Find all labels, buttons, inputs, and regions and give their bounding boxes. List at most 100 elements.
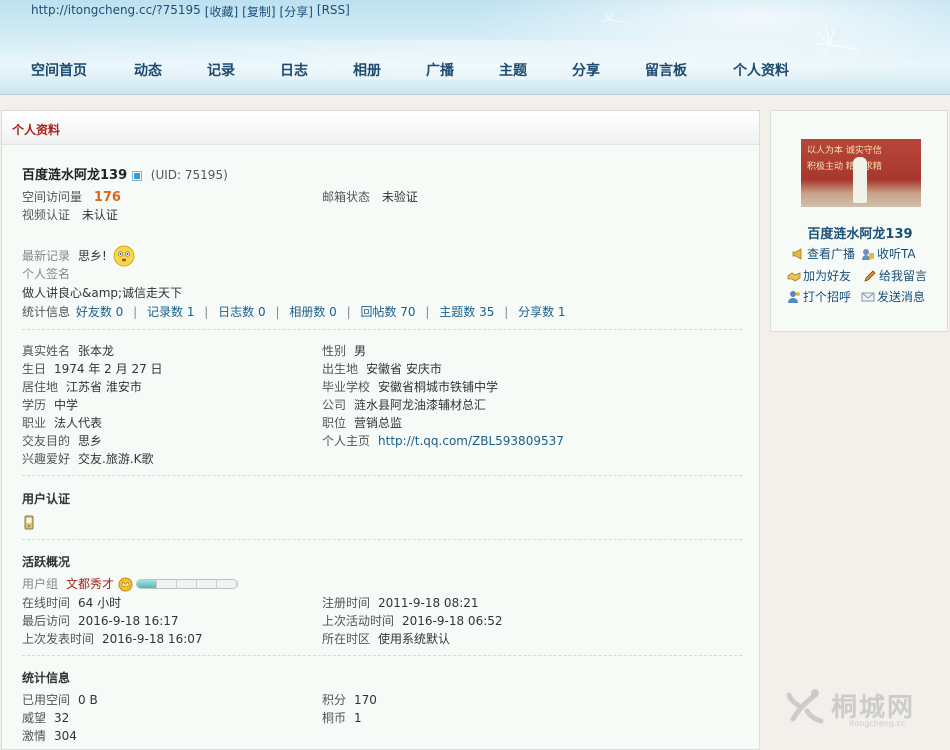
homepage-link[interactable]: http://t.qq.com/ZBL593809537: [378, 434, 564, 448]
listen-user-icon: [862, 248, 874, 260]
activity-timezone: 所在时区 使用系统默认: [322, 631, 450, 647]
nav-guestbook[interactable]: 留言板: [645, 60, 687, 80]
detail-label: 职业: [22, 416, 47, 430]
nav-broadcast[interactable]: 广播: [426, 60, 454, 80]
detail-position: 职位 营销总监: [322, 415, 402, 431]
section-divider: [22, 655, 742, 656]
stats-title: 统计信息: [22, 671, 71, 685]
view-broadcast-button[interactable]: 查看广播: [791, 245, 855, 262]
follow-button[interactable]: 收听TA: [861, 245, 916, 262]
greet-label: 打个招呼: [803, 290, 852, 304]
greet-button[interactable]: 打个招呼: [787, 288, 851, 305]
shares-count-link[interactable]: 分享数 1: [518, 305, 565, 319]
email-status-value: 未验证: [381, 190, 418, 204]
activity-value: 2011-9-18 08:21: [378, 596, 479, 610]
detail-value: 中学: [54, 398, 79, 412]
detail-label: 兴趣爱好: [22, 452, 71, 466]
nav-space-home[interactable]: 空间首页: [31, 60, 87, 80]
detail-realname: 真实姓名 张本龙: [22, 343, 114, 359]
profile-name: 百度涟水阿龙139: [22, 168, 128, 183]
leave-message-button[interactable]: 给我留言: [863, 267, 927, 284]
main-nav: 空间首页 动态 记录 日志 相册 广播 主题 分享 留言板 个人资料: [0, 60, 950, 80]
pencil-icon: [864, 269, 876, 282]
detail-value: 交友.旅游.K歌: [78, 452, 154, 466]
nav-topics[interactable]: 主题: [499, 60, 527, 80]
divider: |: [275, 305, 280, 319]
space-url-link[interactable]: http://itongcheng.cc/?75195: [31, 3, 201, 20]
watermark-subtext: itongcheng.cc: [849, 719, 906, 728]
replies-count-link[interactable]: 回帖数 70: [360, 305, 415, 319]
add-friend-label: 加为好友: [803, 269, 852, 283]
favorite-link[interactable]: [收藏]: [205, 3, 238, 20]
stats-value: 32: [54, 711, 70, 725]
dandelion-seed-icon-small: [601, 10, 631, 24]
photo-banner-line1: 以人为本 诚实守信: [807, 146, 882, 156]
emoticon-icon: [113, 245, 135, 267]
signature-value: 做人讲良心&amp;诚信走天下: [22, 286, 183, 300]
topics-count-link[interactable]: 主题数 35: [439, 305, 494, 319]
copy-link[interactable]: [复制]: [242, 3, 275, 20]
latest-record-row: 最新记录 思乡!: [22, 245, 135, 267]
nav-feed[interactable]: 动态: [134, 60, 162, 80]
divider: |: [346, 305, 351, 319]
sidebar-username[interactable]: 百度涟水阿龙139: [771, 223, 949, 242]
add-friend-button[interactable]: 加为好友: [787, 267, 851, 284]
megaphone-icon: [792, 247, 802, 260]
view-broadcast-label: 查看广播: [807, 247, 856, 261]
avatar[interactable]: 以人为本 诚实守信 积极主动 精益求精: [801, 139, 921, 207]
activity-label: 在线时间: [22, 596, 71, 610]
stats-label: 已用空间: [22, 693, 71, 707]
detail-label: 公司: [322, 398, 347, 412]
detail-value: 男: [354, 344, 367, 358]
profile-name-row: 百度涟水阿龙139 (UID: 75195): [22, 167, 228, 184]
activity-label: 所在时区: [322, 632, 371, 646]
leave-message-label: 给我留言: [879, 269, 928, 283]
activity-label: 注册时间: [322, 596, 371, 610]
photo-banner-line2: 积极主动 精益求精: [807, 162, 882, 172]
send-message-button[interactable]: 发送消息: [861, 288, 925, 305]
activity-register-time: 注册时间 2011-9-18 08:21: [322, 595, 479, 611]
watermark-figure-icon: [786, 689, 824, 724]
detail-hobbies: 兴趣爱好 交友.旅游.K歌: [22, 451, 154, 467]
user-group-value[interactable]: 文都秀才: [66, 576, 114, 592]
share-link[interactable]: [分享]: [280, 3, 313, 20]
nav-profile[interactable]: 个人资料: [733, 60, 789, 80]
stats-value: 1: [354, 711, 362, 725]
divider: |: [504, 305, 509, 319]
activity-last-post: 上次发表时间 2016-9-18 16:07: [22, 631, 203, 647]
site-watermark-logo: 桐城网 itongcheng.cc: [785, 683, 945, 733]
nav-records[interactable]: 记录: [207, 60, 235, 80]
activity-value: 使用系统默认: [378, 632, 451, 646]
detail-value: 法人代表: [54, 416, 103, 430]
signature-label-row: 个人签名: [22, 266, 70, 282]
albums-count-link[interactable]: 相册数 0: [289, 305, 336, 319]
rss-link[interactable]: [RSS]: [317, 3, 350, 20]
send-message-label: 发送消息: [877, 290, 926, 304]
nav-album[interactable]: 相册: [353, 60, 381, 80]
signature-label: 个人签名: [22, 267, 71, 281]
latest-record-value[interactable]: 思乡!: [78, 248, 107, 264]
activity-title: 活跃概况: [22, 555, 71, 569]
detail-residence: 居住地 江苏省 淮安市: [22, 379, 142, 395]
activity-label: 最后访问: [22, 614, 71, 628]
stats-label: 积分: [322, 693, 347, 707]
detail-value: 思乡: [78, 434, 103, 448]
photo-person: [853, 157, 867, 203]
stats-label: 激情: [22, 729, 47, 743]
friends-count-link[interactable]: 好友数 0: [76, 305, 123, 319]
stats-value: 0 B: [78, 693, 98, 707]
video-auth-value: 未认证: [81, 208, 118, 222]
user-group-row: 用户组 文都秀才: [22, 576, 239, 592]
stats-summary-label: 统计信息: [22, 305, 71, 319]
profile-uid: (UID: 75195): [150, 168, 228, 182]
page-header: http://itongcheng.cc/?75195 [收藏] [复制] [分…: [0, 0, 950, 95]
records-count-link[interactable]: 记录数 1: [147, 305, 194, 319]
nav-share[interactable]: 分享: [572, 60, 600, 80]
detail-value: 营销总监: [354, 416, 403, 430]
detail-school: 毕业学校 安徽省桐城市铁铺中学: [322, 379, 498, 395]
blogs-count-link[interactable]: 日志数 0: [218, 305, 265, 319]
nav-blog[interactable]: 日志: [280, 60, 308, 80]
detail-value: 涟水县阿龙油漆辅材总汇: [354, 398, 487, 412]
detail-label: 出生地: [322, 362, 359, 376]
panel-title: 个人资料: [12, 123, 61, 137]
